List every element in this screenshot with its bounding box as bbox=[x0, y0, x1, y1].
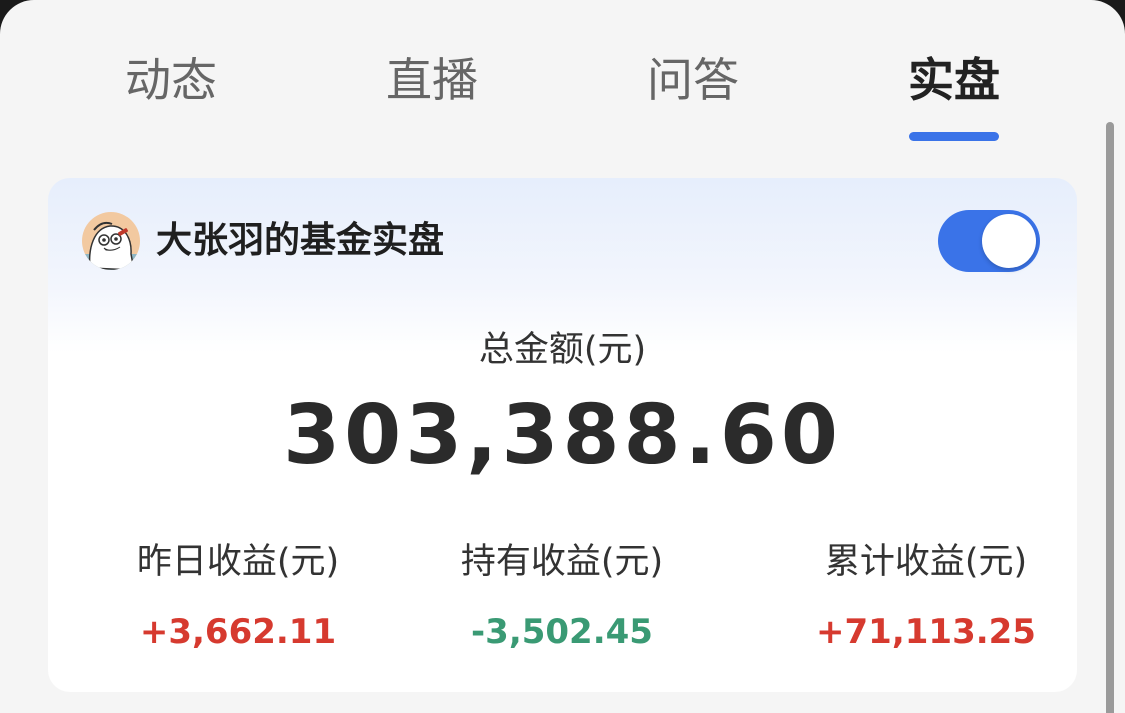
total-amount-label: 总金额(元) bbox=[478, 330, 647, 370]
stat-holding: 持有收益(元) -3,502.45 bbox=[412, 538, 712, 654]
total-amount-value: 303,388.60 bbox=[283, 388, 842, 483]
toggle-knob bbox=[982, 214, 1036, 268]
stat-cumulative-value: +71,113.25 bbox=[816, 612, 1036, 652]
stat-yesterday-label: 昨日收益(元) bbox=[136, 542, 340, 582]
tab-wenda[interactable]: 问答 bbox=[613, 50, 773, 110]
stat-yesterday-value: +3,662.11 bbox=[139, 612, 337, 652]
active-tab-indicator bbox=[909, 132, 999, 141]
portfolio-card: 大张羽的基金实盘 总金额(元) 303,388.60 昨日收益(元) +3,66… bbox=[48, 178, 1077, 692]
portfolio-title: 大张羽的基金实盘 bbox=[156, 220, 445, 261]
stat-holding-label: 持有收益(元) bbox=[460, 542, 664, 582]
app-sheet: 动态 直播 问答 实盘 大张羽的基金实盘 总金额(元) 303,388.60 昨… bbox=[0, 0, 1125, 713]
stat-yesterday: 昨日收益(元) +3,662.11 bbox=[88, 538, 388, 654]
scrollbar[interactable] bbox=[1106, 122, 1114, 713]
stat-cumulative-label: 累计收益(元) bbox=[824, 542, 1028, 582]
stat-holding-value: -3,502.45 bbox=[471, 612, 653, 652]
tab-shipan[interactable]: 实盘 bbox=[874, 50, 1034, 110]
stat-cumulative: 累计收益(元) +71,113.25 bbox=[776, 538, 1076, 654]
avatar[interactable] bbox=[82, 212, 140, 270]
tab-dongtai[interactable]: 动态 bbox=[91, 50, 251, 110]
visibility-toggle[interactable] bbox=[938, 210, 1040, 272]
tab-zhibo[interactable]: 直播 bbox=[352, 50, 512, 110]
cartoon-duck-avatar-icon bbox=[82, 212, 140, 270]
tab-bar: 动态 直播 问答 实盘 bbox=[0, 0, 1125, 160]
